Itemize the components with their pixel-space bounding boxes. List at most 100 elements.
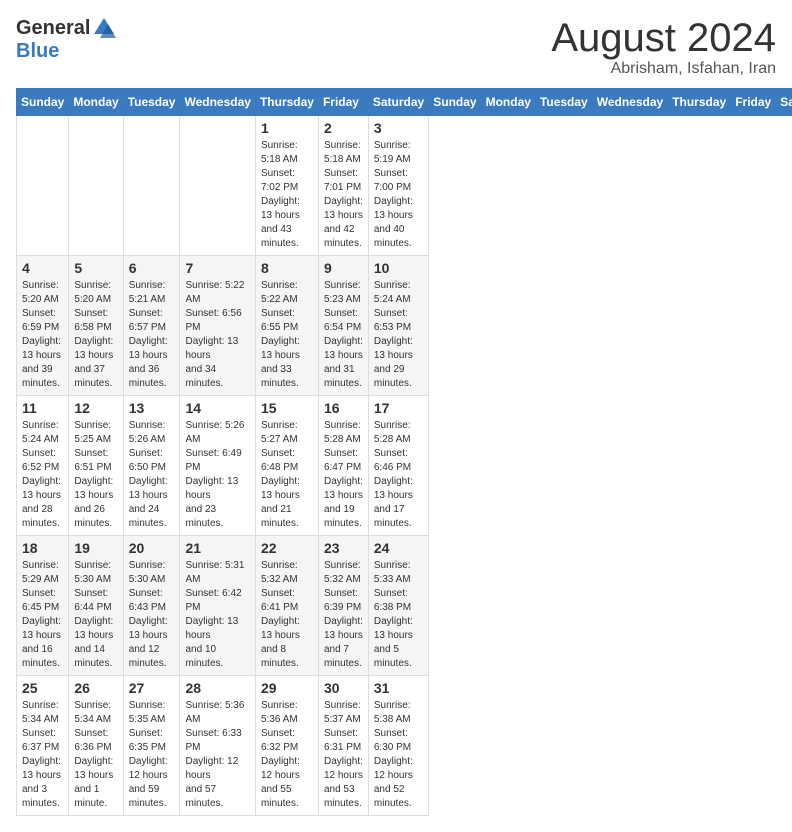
weekday-header-wednesday: Wednesday	[180, 89, 255, 116]
weekday-header-friday: Friday	[731, 89, 776, 116]
day-number: 9	[324, 260, 363, 276]
calendar-cell: 14 Sunrise: 5:26 AM Sunset: 6:49 PM Dayli…	[180, 396, 255, 536]
calendar-cell: 28Sunrise: 5:36 AM Sunset: 6:33 PM Dayli…	[180, 676, 255, 816]
day-info: Sunrise: 5:22 AM Sunset: 6:55 PM Dayligh…	[261, 279, 313, 391]
calendar-cell: 10 Sunrise: 5:24 AM Sunset: 6:53 PM Dayli…	[368, 256, 428, 396]
title-area: August 2024 Abrisham, Isfahan, Iran	[551, 16, 776, 78]
day-number: 14	[185, 400, 249, 416]
day-info: Sunrise: 5:18 AM Sunset: 7:02 PM Dayligh…	[261, 139, 313, 251]
day-info: Sunrise: 5:27 AM Sunset: 6:48 PM Dayligh…	[261, 419, 313, 531]
day-info: Sunrise: 5:37 AM Sunset: 6:31 PM Dayligh…	[324, 699, 363, 811]
day-info: Sunrise: 5:25 AM Sunset: 6:51 PM Dayligh…	[74, 419, 117, 531]
calendar-cell: 27Sunrise: 5:35 AM Sunset: 6:35 PM Dayli…	[123, 676, 180, 816]
day-number: 6	[129, 260, 175, 276]
calendar-week-row: 25Sunrise: 5:34 AM Sunset: 6:37 PM Dayli…	[17, 676, 792, 816]
day-number: 22	[261, 540, 313, 556]
calendar-cell: 6 Sunrise: 5:21 AM Sunset: 6:57 PM Daylig…	[123, 256, 180, 396]
calendar-cell: 31Sunrise: 5:38 AM Sunset: 6:30 PM Dayli…	[368, 676, 428, 816]
calendar-cell	[123, 116, 180, 256]
day-number: 3	[374, 120, 423, 136]
weekday-header-friday: Friday	[318, 89, 368, 116]
calendar-cell	[180, 116, 255, 256]
day-info: Sunrise: 5:21 AM Sunset: 6:57 PM Dayligh…	[129, 279, 175, 391]
day-info: Sunrise: 5:24 AM Sunset: 6:52 PM Dayligh…	[22, 419, 63, 531]
calendar-cell: 15 Sunrise: 5:27 AM Sunset: 6:48 PM Dayli…	[255, 396, 318, 536]
day-number: 2	[324, 120, 363, 136]
calendar-cell: 21 Sunrise: 5:31 AM Sunset: 6:42 PM Dayli…	[180, 536, 255, 676]
day-info: Sunrise: 5:30 AM Sunset: 6:44 PM Dayligh…	[74, 559, 117, 671]
calendar-cell: 30 Sunrise: 5:37 AM Sunset: 6:31 PM Dayli…	[318, 676, 368, 816]
day-number: 17	[374, 400, 423, 416]
calendar-cell: 12Sunrise: 5:25 AM Sunset: 6:51 PM Dayli…	[69, 396, 123, 536]
calendar-cell: 23 Sunrise: 5:32 AM Sunset: 6:39 PM Dayli…	[318, 536, 368, 676]
day-number: 11	[22, 400, 63, 416]
calendar-week-row: 18 Sunrise: 5:29 AM Sunset: 6:45 PM Dayli…	[17, 536, 792, 676]
weekday-header-tuesday: Tuesday	[535, 89, 592, 116]
day-info: Sunrise: 5:24 AM Sunset: 6:53 PM Dayligh…	[374, 279, 423, 391]
calendar-cell: 9 Sunrise: 5:23 AM Sunset: 6:54 PM Daylig…	[318, 256, 368, 396]
day-number: 21	[185, 540, 249, 556]
calendar-cell: 5Sunrise: 5:20 AM Sunset: 6:58 PM Daylig…	[69, 256, 123, 396]
logo-icon	[92, 16, 116, 40]
calendar-cell: 2 Sunrise: 5:18 AM Sunset: 7:01 PM Daylig…	[318, 116, 368, 256]
day-info: Sunrise: 5:38 AM Sunset: 6:30 PM Dayligh…	[374, 699, 423, 811]
day-number: 23	[324, 540, 363, 556]
calendar-cell: 16Sunrise: 5:28 AM Sunset: 6:47 PM Dayli…	[318, 396, 368, 536]
calendar-cell: 20Sunrise: 5:30 AM Sunset: 6:43 PM Dayli…	[123, 536, 180, 676]
day-info: Sunrise: 5:30 AM Sunset: 6:43 PM Dayligh…	[129, 559, 175, 671]
day-info: Sunrise: 5:28 AM Sunset: 6:46 PM Dayligh…	[374, 419, 423, 531]
day-info: Sunrise: 5:20 AM Sunset: 6:58 PM Dayligh…	[74, 279, 117, 391]
day-number: 7	[185, 260, 249, 276]
weekday-header-monday: Monday	[481, 89, 535, 116]
day-info: Sunrise: 5:23 AM Sunset: 6:54 PM Dayligh…	[324, 279, 363, 391]
day-number: 16	[324, 400, 363, 416]
logo-blue-text: Blue	[16, 40, 59, 63]
calendar-cell: 13 Sunrise: 5:26 AM Sunset: 6:50 PM Dayli…	[123, 396, 180, 536]
calendar-cell: 1 Sunrise: 5:18 AM Sunset: 7:02 PM Daylig…	[255, 116, 318, 256]
weekday-header-sunday: Sunday	[429, 89, 481, 116]
calendar-cell: 25Sunrise: 5:34 AM Sunset: 6:37 PM Dayli…	[17, 676, 69, 816]
day-number: 26	[74, 680, 117, 696]
day-number: 29	[261, 680, 313, 696]
calendar-cell: 29 Sunrise: 5:36 AM Sunset: 6:32 PM Dayli…	[255, 676, 318, 816]
calendar-week-row: 1 Sunrise: 5:18 AM Sunset: 7:02 PM Daylig…	[17, 116, 792, 256]
calendar-week-row: 11 Sunrise: 5:24 AM Sunset: 6:52 PM Dayli…	[17, 396, 792, 536]
day-info: Sunrise: 5:31 AM Sunset: 6:42 PM Dayligh…	[185, 559, 249, 671]
calendar-cell: 3Sunrise: 5:19 AM Sunset: 7:00 PM Daylig…	[368, 116, 428, 256]
weekday-header-sunday: Sunday	[17, 89, 69, 116]
day-info: Sunrise: 5:26 AM Sunset: 6:50 PM Dayligh…	[129, 419, 175, 531]
calendar-table: SundayMondayTuesdayWednesdayThursdayFrid…	[16, 88, 792, 816]
day-info: Sunrise: 5:26 AM Sunset: 6:49 PM Dayligh…	[185, 419, 249, 531]
day-info: Sunrise: 5:20 AM Sunset: 6:59 PM Dayligh…	[22, 279, 63, 391]
calendar-cell: 19Sunrise: 5:30 AM Sunset: 6:44 PM Dayli…	[69, 536, 123, 676]
day-number: 18	[22, 540, 63, 556]
page-header: General Blue August 2024 Abrisham, Isfah…	[16, 16, 776, 78]
day-info: Sunrise: 5:32 AM Sunset: 6:41 PM Dayligh…	[261, 559, 313, 671]
day-info: Sunrise: 5:29 AM Sunset: 6:45 PM Dayligh…	[22, 559, 63, 671]
calendar-cell: 8Sunrise: 5:22 AM Sunset: 6:55 PM Daylig…	[255, 256, 318, 396]
day-info: Sunrise: 5:33 AM Sunset: 6:38 PM Dayligh…	[374, 559, 423, 671]
day-number: 13	[129, 400, 175, 416]
day-info: Sunrise: 5:32 AM Sunset: 6:39 PM Dayligh…	[324, 559, 363, 671]
weekday-header-thursday: Thursday	[255, 89, 318, 116]
calendar-cell	[17, 116, 69, 256]
logo-general-text: General	[16, 17, 90, 40]
day-number: 4	[22, 260, 63, 276]
calendar-cell: 7Sunrise: 5:22 AM Sunset: 6:56 PM Daylig…	[180, 256, 255, 396]
location-subtitle: Abrisham, Isfahan, Iran	[551, 60, 776, 78]
day-info: Sunrise: 5:36 AM Sunset: 6:32 PM Dayligh…	[261, 699, 313, 811]
day-number: 30	[324, 680, 363, 696]
day-number: 25	[22, 680, 63, 696]
calendar-cell: 24Sunrise: 5:33 AM Sunset: 6:38 PM Dayli…	[368, 536, 428, 676]
day-number: 10	[374, 260, 423, 276]
calendar-week-row: 4 Sunrise: 5:20 AM Sunset: 6:59 PM Daylig…	[17, 256, 792, 396]
day-number: 1	[261, 120, 313, 136]
logo: General Blue	[16, 16, 116, 63]
weekday-header-saturday: Saturday	[368, 89, 428, 116]
weekday-header-saturday: Saturday	[776, 89, 792, 116]
calendar-cell: 11 Sunrise: 5:24 AM Sunset: 6:52 PM Dayli…	[17, 396, 69, 536]
day-info: Sunrise: 5:18 AM Sunset: 7:01 PM Dayligh…	[324, 139, 363, 251]
day-number: 15	[261, 400, 313, 416]
calendar-cell: 22 Sunrise: 5:32 AM Sunset: 6:41 PM Dayli…	[255, 536, 318, 676]
day-info: Sunrise: 5:35 AM Sunset: 6:35 PM Dayligh…	[129, 699, 175, 811]
